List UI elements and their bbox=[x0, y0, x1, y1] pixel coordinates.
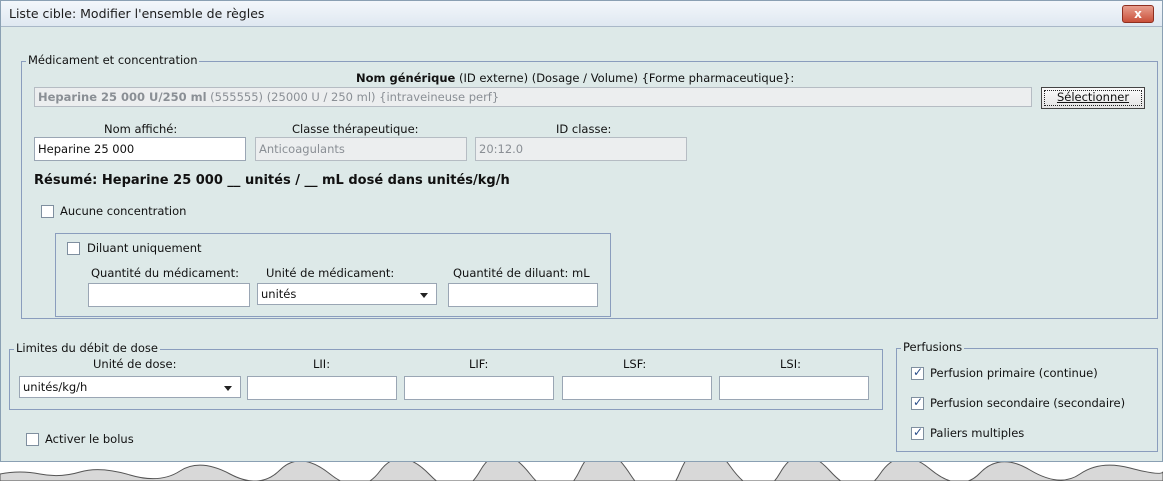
rule-set-dialog: Liste cible: Modifier l'ensemble de règl… bbox=[0, 0, 1163, 462]
torn-edge bbox=[0, 462, 1163, 481]
diluent-quantity-label: Quantité de diluant: mL bbox=[453, 266, 590, 280]
generic-name-field: Heparine 25 000 U/250 ml (555555) (25000… bbox=[34, 87, 1032, 107]
summary-text: Résumé: Heparine 25 000 __ unités / __ m… bbox=[34, 173, 510, 188]
medication-concentration-legend: Médicament et concentration bbox=[26, 53, 200, 67]
dose-unit-label: Unité de dose: bbox=[93, 357, 177, 371]
drug-quantity-input[interactable] bbox=[88, 283, 250, 307]
multi-step-label: Paliers multiples bbox=[930, 426, 1025, 440]
close-button[interactable]: x bbox=[1122, 5, 1154, 23]
lif-label: LIF: bbox=[469, 357, 489, 371]
lif-input[interactable] bbox=[404, 376, 554, 400]
drug-unit-value: unités bbox=[261, 287, 297, 301]
therapeutic-class-label: Classe thérapeutique: bbox=[292, 122, 419, 136]
torn-edge-graphic bbox=[0, 462, 1163, 481]
lsf-label: LSF: bbox=[623, 357, 647, 371]
secondary-perfusion-checkbox[interactable] bbox=[911, 395, 924, 410]
lsf-input[interactable] bbox=[562, 376, 712, 400]
generic-name-header: Nom générique (ID externe) (Dosage / Vol… bbox=[356, 71, 795, 85]
select-medication-button[interactable]: Sélectionner bbox=[1041, 87, 1145, 109]
lii-label: LII: bbox=[313, 357, 331, 371]
perfusions-legend: Perfusions bbox=[901, 340, 965, 354]
secondary-perfusion-label: Perfusion secondaire (secondaire) bbox=[930, 396, 1126, 410]
enable-bolus-label: Activer le bolus bbox=[45, 432, 134, 446]
display-name-input[interactable]: Heparine 25 000 bbox=[34, 137, 246, 161]
multi-step-checkbox[interactable] bbox=[911, 425, 924, 440]
window-title: Liste cible: Modifier l'ensemble de règl… bbox=[9, 6, 265, 21]
dose-unit-select[interactable]: unités/kg/h bbox=[19, 376, 241, 398]
drug-unit-label: Unité de médicament: bbox=[266, 266, 395, 280]
diluent-only-checkbox[interactable] bbox=[67, 242, 80, 255]
chevron-down-icon bbox=[420, 293, 428, 298]
diluent-quantity-input[interactable] bbox=[448, 283, 598, 307]
primary-perfusion-checkbox[interactable] bbox=[911, 365, 924, 380]
chevron-down-icon bbox=[224, 386, 232, 391]
class-id-field: 20:12.0 bbox=[475, 137, 687, 161]
dose-unit-value: unités/kg/h bbox=[23, 380, 88, 394]
drug-quantity-label: Quantité du médicament: bbox=[91, 266, 239, 280]
no-concentration-checkbox[interactable] bbox=[41, 205, 54, 218]
title-bar: Liste cible: Modifier l'ensemble de règl… bbox=[1, 1, 1162, 27]
lii-input[interactable] bbox=[247, 376, 397, 400]
enable-bolus-checkbox[interactable] bbox=[26, 433, 39, 446]
dose-rate-limits-legend: Limites du débit de dose bbox=[14, 341, 160, 355]
therapeutic-class-field: Anticoagulants bbox=[255, 137, 467, 161]
diluent-only-label: Diluant uniquement bbox=[87, 241, 202, 255]
drug-unit-select[interactable]: unités bbox=[257, 283, 437, 305]
display-name-label: Nom affiché: bbox=[104, 122, 178, 136]
no-concentration-label: Aucune concentration bbox=[60, 204, 187, 218]
lsi-label: LSI: bbox=[780, 357, 801, 371]
class-id-label: ID classe: bbox=[556, 122, 612, 136]
primary-perfusion-label: Perfusion primaire (continue) bbox=[930, 366, 1098, 380]
lsi-input[interactable] bbox=[719, 376, 869, 400]
